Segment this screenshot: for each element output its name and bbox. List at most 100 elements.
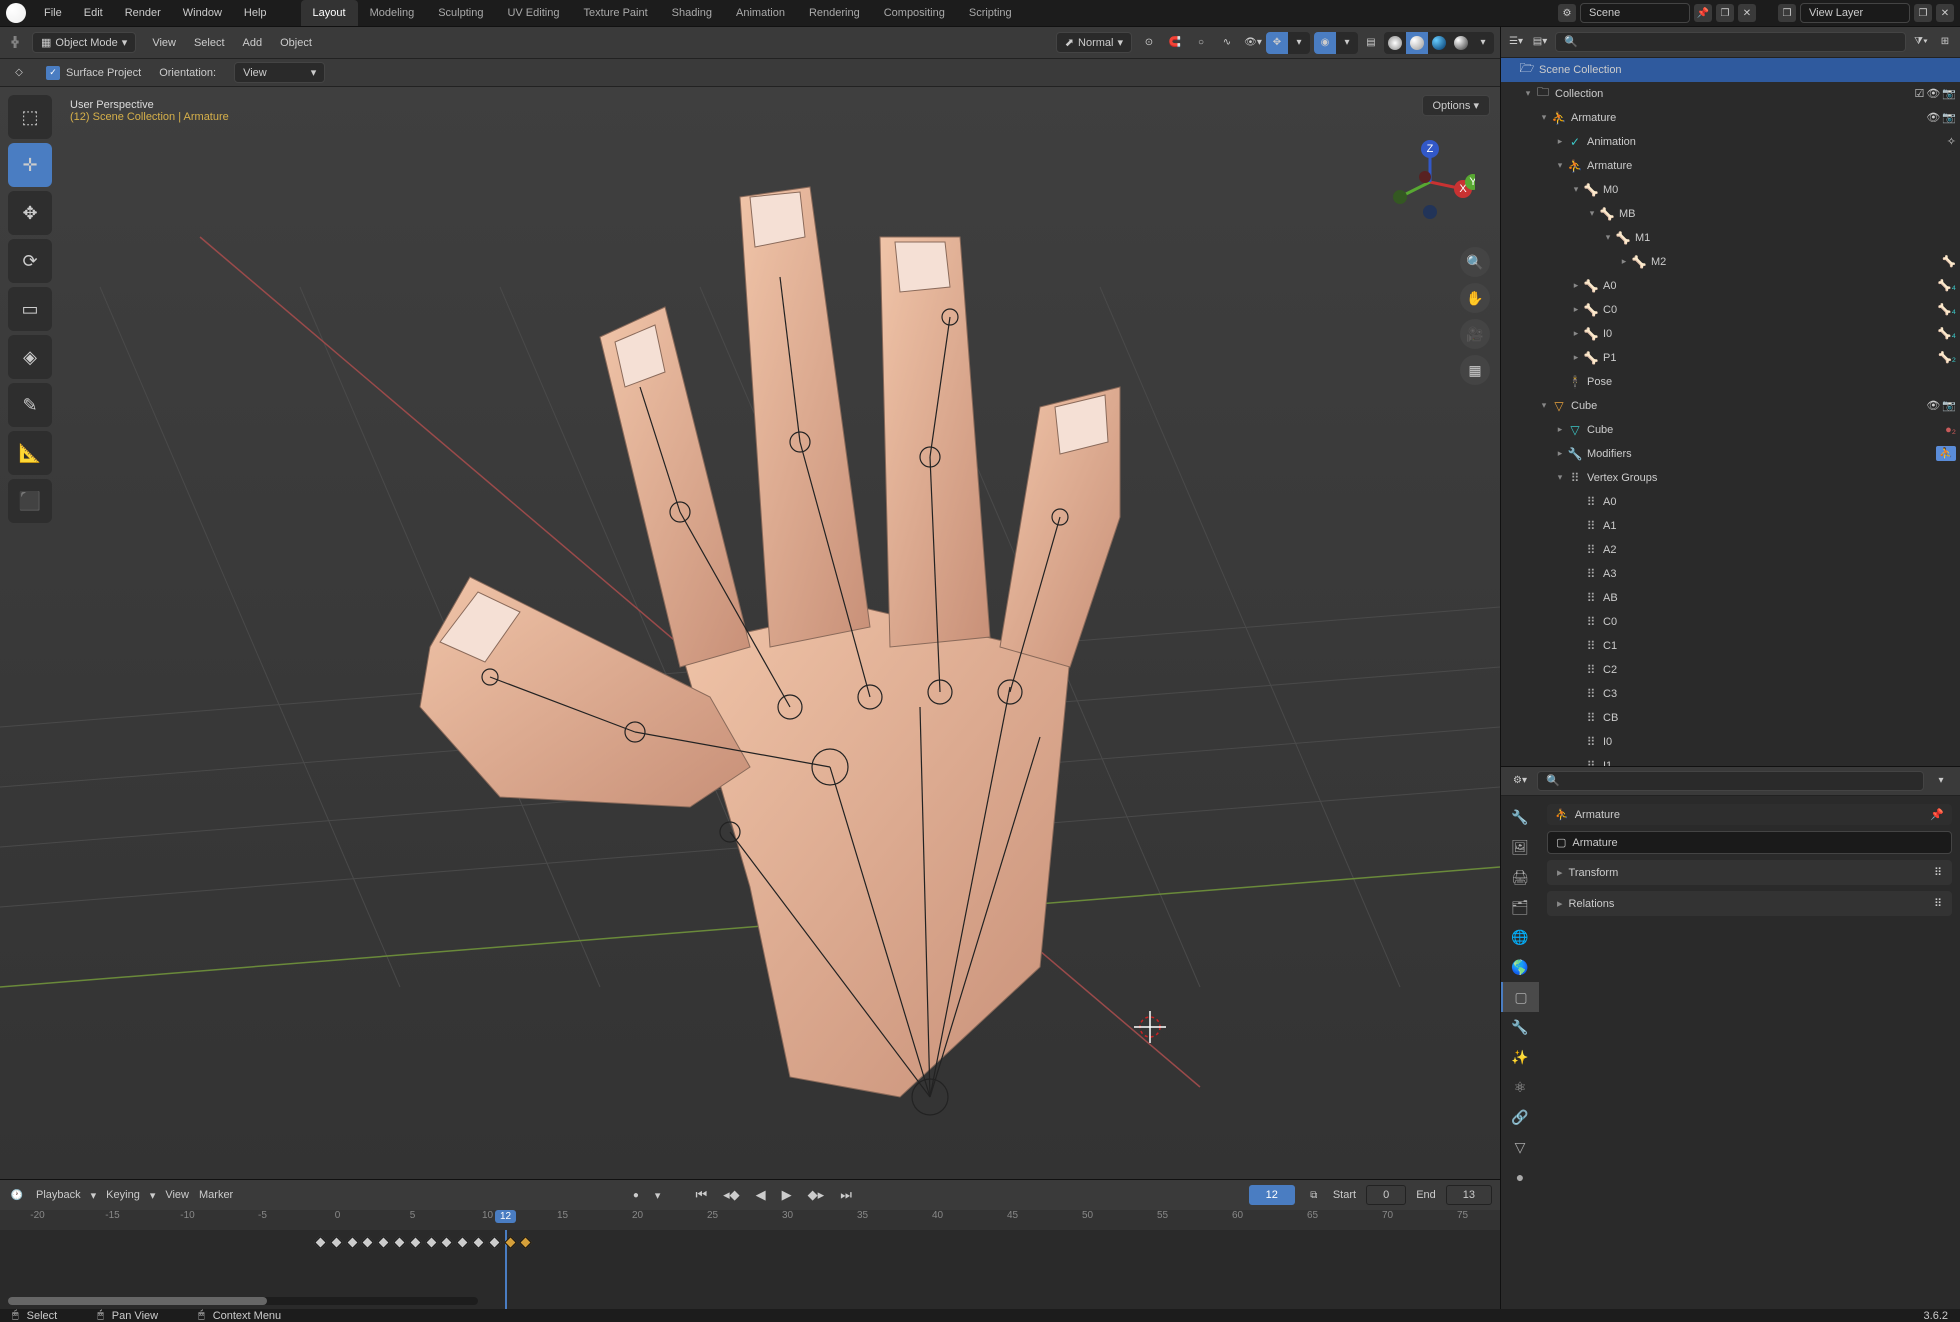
shading-solid-icon[interactable] — [1406, 32, 1428, 54]
tab-modeling[interactable]: Modeling — [358, 0, 427, 26]
bone-m2[interactable]: ▸🦴M2🦴 — [1501, 250, 1960, 274]
shading-matprev-icon[interactable] — [1428, 32, 1450, 54]
viewport-3d[interactable]: Options ▾ User Perspective (12) Scene Co… — [0, 87, 1500, 1179]
proportional-icon[interactable]: ○ — [1192, 34, 1210, 52]
ptab-material[interactable]: ● — [1501, 1162, 1539, 1192]
keyframe[interactable] — [425, 1236, 438, 1249]
play-rev-icon[interactable]: ◀ — [753, 1187, 769, 1203]
vg-I1[interactable]: ⠿I1 — [1501, 754, 1960, 766]
keyframe[interactable] — [314, 1236, 327, 1249]
outliner-search[interactable] — [1555, 32, 1906, 52]
pose-data[interactable]: 🕴Pose — [1501, 370, 1960, 394]
tab-compositing[interactable]: Compositing — [872, 0, 957, 26]
timeline-scrollbar[interactable] — [8, 1297, 478, 1305]
ptab-tool[interactable]: 🔧 — [1501, 802, 1539, 832]
cube-data[interactable]: ▸▽Cube●₂ — [1501, 418, 1960, 442]
tool-cursor[interactable]: ✛ — [8, 143, 52, 187]
orientation-view-dropdown[interactable]: View▾ — [234, 62, 325, 83]
disclosure-icon[interactable]: ▸ — [1569, 328, 1583, 339]
tl-view-menu[interactable]: View — [165, 1189, 189, 1201]
disclosure-icon[interactable]: ▸ — [1553, 448, 1567, 459]
disclosure-icon[interactable]: ▾ — [1537, 112, 1551, 123]
bone-mb[interactable]: ▾🦴MB — [1501, 202, 1960, 226]
keyframe[interactable] — [520, 1236, 533, 1249]
vg-A3[interactable]: ⠿A3 — [1501, 562, 1960, 586]
select-menu[interactable]: Select — [186, 33, 233, 53]
tab-animation[interactable]: Animation — [724, 0, 797, 26]
overlay-toggle-icon[interactable]: ◉ — [1314, 32, 1336, 54]
disclosure-icon[interactable]: ▾ — [1569, 184, 1583, 195]
timeline-editor-icon[interactable]: 🕐 — [8, 1186, 26, 1204]
props-options-icon[interactable]: ▾ — [1932, 772, 1950, 790]
xray-icon[interactable]: ▤ — [1362, 34, 1380, 52]
disclosure-icon[interactable]: ▸ — [1553, 136, 1567, 147]
disclosure-icon[interactable]: ▾ — [1585, 208, 1599, 219]
shading-wire-icon[interactable] — [1384, 32, 1406, 54]
vertex-groups[interactable]: ▾⠿Vertex Groups — [1501, 466, 1960, 490]
timeline-body[interactable]: 12 — [0, 1230, 1500, 1309]
menu-file[interactable]: File — [34, 2, 72, 24]
keyframe[interactable] — [472, 1236, 485, 1249]
vg-AB[interactable]: ⠿AB — [1501, 586, 1960, 610]
nav-gizmo[interactable]: X Y Z — [1385, 137, 1475, 227]
scene-collection[interactable]: 🗁Scene Collection — [1501, 58, 1960, 82]
snap-icon[interactable]: 🧲 — [1166, 34, 1184, 52]
view-menu[interactable]: View — [144, 33, 184, 53]
surface-project-checkbox[interactable]: ✓ — [46, 66, 60, 80]
tab-rendering[interactable]: Rendering — [797, 0, 872, 26]
props-editor-icon[interactable]: ⚙▾ — [1511, 772, 1529, 790]
disclosure-icon[interactable]: ▸ — [1569, 352, 1583, 363]
vg-A0[interactable]: ⠿A0 — [1501, 490, 1960, 514]
pin-props-icon[interactable]: 📌 — [1930, 808, 1944, 821]
tab-layout[interactable]: Layout — [301, 0, 358, 26]
bone-m0[interactable]: ▾🦴M0 — [1501, 178, 1960, 202]
disclosure-icon[interactable]: ▾ — [1601, 232, 1615, 243]
vg-CB[interactable]: ⠿CB — [1501, 706, 1960, 730]
keyframe[interactable] — [441, 1236, 454, 1249]
tab-sculpting[interactable]: Sculpting — [426, 0, 495, 26]
menu-edit[interactable]: Edit — [74, 2, 113, 24]
disclosure-icon[interactable]: ▾ — [1537, 400, 1551, 411]
tab-shading[interactable]: Shading — [660, 0, 724, 26]
scene-browser-icon[interactable]: ⚙ — [1558, 4, 1576, 22]
new-collection-icon[interactable]: ⊞ — [1936, 33, 1954, 51]
tool-measure[interactable]: 📐 — [8, 431, 52, 475]
ptab-output[interactable]: 🖨 — [1501, 862, 1539, 892]
cube-object[interactable]: ▾▽Cube👁📷 — [1501, 394, 1960, 418]
menu-help[interactable]: Help — [234, 2, 277, 24]
jump-start-icon[interactable]: ⏮ — [692, 1187, 710, 1203]
ptab-particles[interactable]: ✨ — [1501, 1042, 1539, 1072]
filter-icon[interactable]: ⧩▾ — [1912, 33, 1930, 51]
object-name-input[interactable] — [1572, 837, 1943, 849]
key-prev-icon[interactable]: ◂◆ — [720, 1187, 743, 1203]
props-search[interactable] — [1537, 771, 1924, 791]
ptab-scene[interactable]: 🌐 — [1501, 922, 1539, 952]
vg-I0[interactable]: ⠿I0 — [1501, 730, 1960, 754]
add-menu[interactable]: Add — [235, 33, 271, 53]
tool-scale[interactable]: ▭ — [8, 287, 52, 331]
keyframe[interactable] — [504, 1236, 517, 1249]
ptab-constraint[interactable]: 🔗 — [1501, 1102, 1539, 1132]
keyframe[interactable] — [456, 1236, 469, 1249]
disclosure-icon[interactable]: ▸ — [1569, 280, 1583, 291]
ptab-data[interactable]: ▽ — [1501, 1132, 1539, 1162]
visibility-dd-icon[interactable]: 👁▾ — [1244, 34, 1262, 52]
gizmo-dd-icon[interactable]: ▾ — [1288, 32, 1310, 54]
menu-render[interactable]: Render — [115, 2, 171, 24]
armature-object[interactable]: ▾⛹Armature👁📷 — [1501, 106, 1960, 130]
nav-pan-icon[interactable]: ✋ — [1460, 283, 1490, 313]
bone-m1[interactable]: ▾🦴M1 — [1501, 226, 1960, 250]
keyframe[interactable] — [488, 1236, 501, 1249]
keyframe[interactable] — [346, 1236, 359, 1249]
disclosure-icon[interactable]: ▾ — [1553, 472, 1567, 483]
keyframe[interactable] — [330, 1236, 343, 1249]
tab-uv[interactable]: UV Editing — [495, 0, 571, 26]
ptab-world[interactable]: 🌎 — [1501, 952, 1539, 982]
tool-add-cube[interactable]: ⬛ — [8, 479, 52, 523]
modifiers[interactable]: ▸🔧Modifiers⛹ — [1501, 442, 1960, 466]
ptab-viewlayer[interactable]: 🗂 — [1501, 892, 1539, 922]
vg-C2[interactable]: ⠿C2 — [1501, 658, 1960, 682]
tab-texpaint[interactable]: Texture Paint — [571, 0, 659, 26]
tool-rotate[interactable]: ⟳ — [8, 239, 52, 283]
ptab-modifier[interactable]: 🔧 — [1501, 1012, 1539, 1042]
